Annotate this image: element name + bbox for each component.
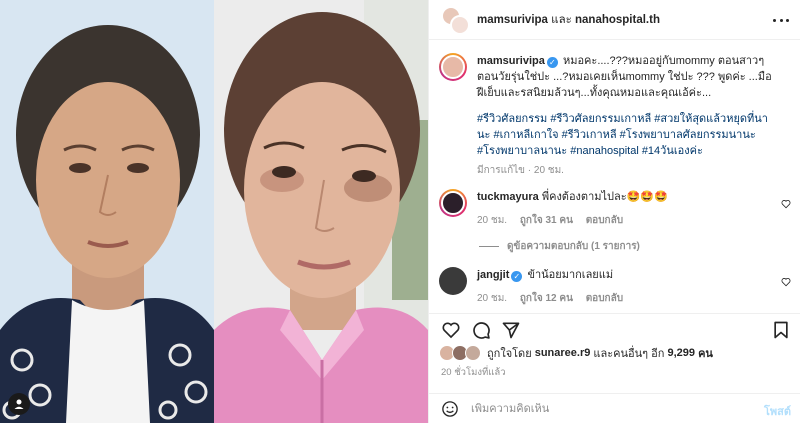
avatar [465,345,481,361]
post-comment-button[interactable]: โพสต์ [764,402,791,420]
reply-button[interactable]: ตอบกลับ [586,293,623,304]
after-photo [214,0,428,423]
avatar [450,14,470,35]
likes-prefix: ถูกใจโดย [487,348,532,360]
comment-time: 20 ชม. [477,215,508,226]
share-icon[interactable] [501,320,521,340]
comment-text: พี่คงต้องตามไปละ🤩🤩🤩 [541,191,668,203]
comment: jangjit ✓ ข้าน้อยมากเลยแม่ 20 ชม. ถูกใจ 1… [439,267,777,307]
likes-suffix: คน [698,348,713,360]
post-timestamp[interactable]: 20 ชั่วโมงที่แล้ว [441,365,506,380]
post-authors: mamsurivipa และ nanahospital.th [477,11,660,29]
comments-section[interactable]: mamsurivipa ✓ หมอคะ....???หมออยู่กับmommy… [429,41,800,311]
view-replies-button[interactable]: ดูข้อความตอบกลับ (1 รายการ) [479,239,640,254]
collaborator-link[interactable]: nanahospital.th [575,14,660,26]
view-replies-label: ดูข้อความตอบกลับ (1 รายการ) [507,241,640,252]
likes-count[interactable]: 9,299 [667,347,695,359]
before-photo [0,0,214,423]
comment-time: 20 ชม. [477,293,508,304]
like-comment-heart-icon[interactable] [781,199,791,209]
caption: mamsurivipa ✓ หมอคะ....???หมออยู่กับmommy… [439,53,777,179]
caption-meta: มีการแก้ไข · 20 ชม. [477,165,564,176]
comment-likes[interactable]: ถูกใจ 12 คน [520,293,573,304]
avatar[interactable] [439,267,467,295]
post-actions [429,313,800,341]
comment-input[interactable] [471,402,741,415]
comment-username[interactable]: jangjit [477,269,509,281]
save-bookmark-icon[interactable] [771,320,791,340]
liker-avatars [439,345,483,361]
likes-summary[interactable]: ถูกใจโดย sunaree.r9 และคนอื่นๆ อีก 9,299… [439,344,713,362]
likes-middle: และคนอื่นๆ อีก [593,348,665,360]
replies-divider [479,246,499,247]
avatar[interactable] [439,189,467,217]
tagged-account-button[interactable] [8,393,30,415]
avatar[interactable] [439,53,467,81]
author-joiner: และ [551,13,572,26]
like-comment-heart-icon[interactable] [781,277,791,287]
comment-icon[interactable] [471,320,491,340]
more-options-icon[interactable] [773,13,789,27]
user-icon [14,399,24,409]
author-link[interactable]: mamsurivipa [477,14,548,26]
like-heart-icon[interactable] [441,320,461,340]
comment-username[interactable]: tuckmayura [477,191,539,203]
comment-composer: โพสต์ [429,393,800,423]
emoji-icon[interactable] [441,400,459,418]
reply-button[interactable]: ตอบกลับ [586,215,623,226]
comment-likes[interactable]: ถูกใจ 31 คน [520,215,573,226]
liker-username[interactable]: sunaree.r9 [535,347,591,359]
caption-username[interactable]: mamsurivipa [477,55,545,67]
post-media[interactable] [0,0,428,423]
post-header: mamsurivipa และ nanahospital.th [429,0,800,40]
caption-hashtags[interactable]: #รีวิวศัลยกรรม #รีวิวศัลยกรรมเกาหลี #สวย… [477,111,777,159]
verified-icon: ✓ [511,271,523,282]
post-panel: mamsurivipa และ nanahospital.th mamsuriv… [428,0,800,423]
collab-avatars[interactable] [441,5,470,35]
verified-icon: ✓ [546,57,558,68]
comment-text: ข้าน้อยมากเลยแม่ [527,269,614,281]
comment: tuckmayura พี่คงต้องตามไปละ🤩🤩🤩 20 ชม. ถู… [439,189,777,229]
